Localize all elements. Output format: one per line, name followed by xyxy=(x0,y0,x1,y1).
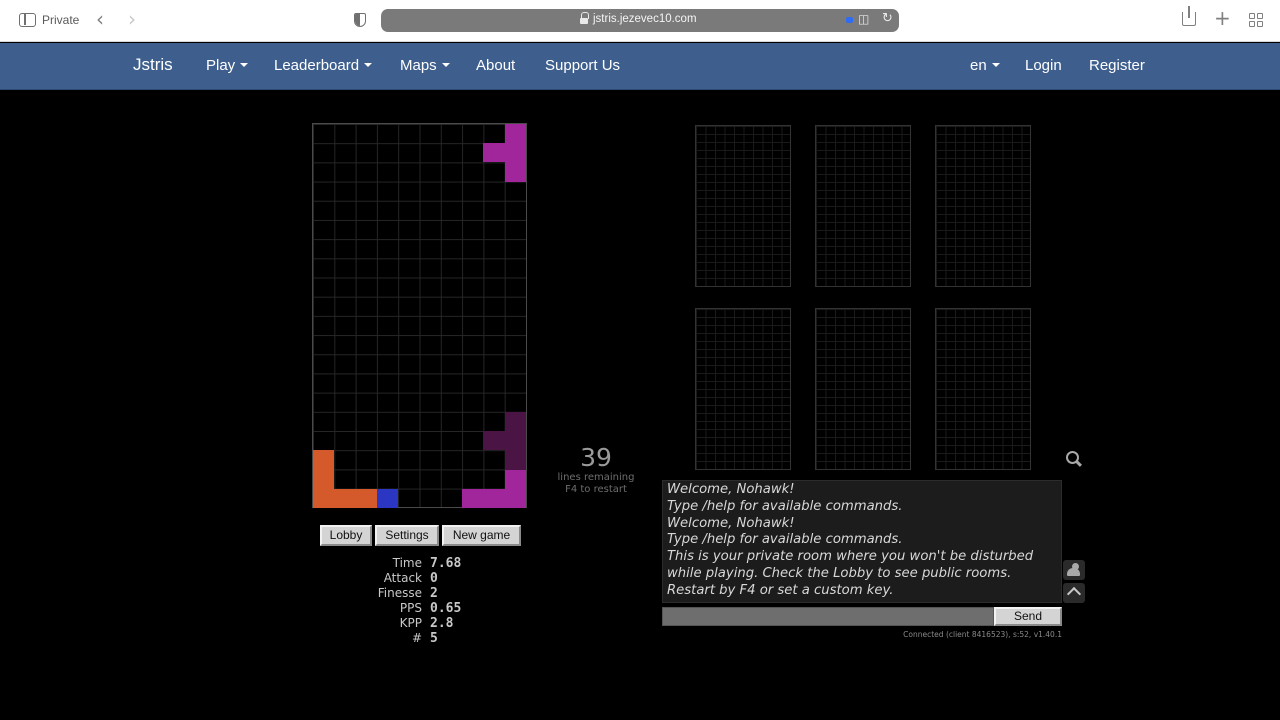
users-icon[interactable] xyxy=(1063,560,1085,580)
stat-label: Finesse xyxy=(377,586,422,600)
restart-hint: F4 to restart xyxy=(565,484,627,495)
stat-value: 2.8 xyxy=(430,616,454,631)
stat-label: # xyxy=(411,631,422,645)
language-select[interactable]: en xyxy=(970,57,1000,74)
zoom-icon[interactable] xyxy=(1066,451,1082,467)
chat-message: Welcome, Nohawk! xyxy=(667,515,795,531)
translate-icon[interactable]: ◫ xyxy=(858,12,869,26)
block-magenta xyxy=(504,124,526,144)
stat-finesse: Finesse 2 xyxy=(330,586,530,601)
lock-icon xyxy=(580,12,589,25)
stat-kpp: KPP 2.8 xyxy=(330,616,530,631)
block-orange xyxy=(355,488,377,508)
screen: Private ‹ › jstris.jezevec10.com ◫ ↻ + J… xyxy=(0,0,1280,720)
new-game-button[interactable]: New game xyxy=(442,525,521,546)
shield-icon[interactable] xyxy=(354,13,366,27)
chat-message: Type /help for available commands. xyxy=(667,498,903,514)
extension-icon[interactable] xyxy=(846,17,853,23)
block-magenta xyxy=(504,488,526,508)
chat-message: while playing. Check the Lobby to see pu… xyxy=(667,565,1012,581)
nav-leaderboard-label: Leaderboard xyxy=(274,57,360,74)
stat-label: KPP xyxy=(399,616,422,630)
block-blue xyxy=(376,488,399,508)
browser-toolbar: Private ‹ › jstris.jezevec10.com ◫ ↻ + xyxy=(0,0,1280,42)
tabs-icon[interactable] xyxy=(1249,13,1263,27)
lines-remaining-label: lines remaining xyxy=(557,472,635,483)
lobby-button[interactable]: Lobby xyxy=(320,525,372,546)
chat-input[interactable] xyxy=(662,607,994,626)
opponent-board xyxy=(935,308,1031,470)
opponent-board xyxy=(815,125,911,287)
lines-remaining-caption: lines remaining F4 to restart xyxy=(545,472,647,496)
chat-message: Type /help for available commands. xyxy=(667,532,903,548)
chat-log[interactable]: Welcome, Nohawk! Type /help for availabl… xyxy=(662,480,1062,603)
ghost-block xyxy=(504,412,526,432)
nav-maps-label: Maps xyxy=(400,57,437,74)
register-link[interactable]: Register xyxy=(1089,57,1145,74)
share-icon[interactable] xyxy=(1182,6,1196,26)
opponent-board xyxy=(695,125,791,287)
address-bar[interactable]: jstris.jezevec10.com ◫ ↻ xyxy=(381,9,899,32)
settings-button[interactable]: Settings xyxy=(375,525,439,546)
connection-status: Connected (client 8416523), s:52, v1.40.… xyxy=(903,630,1062,639)
reload-icon[interactable]: ↻ xyxy=(882,11,893,26)
opponent-board xyxy=(695,308,791,470)
chat-message: Welcome, Nohawk! xyxy=(667,482,795,497)
block-orange xyxy=(313,469,335,489)
brand-link[interactable]: Jstris xyxy=(133,55,173,75)
site-navbar: Jstris Play Leaderboard Maps About Suppo… xyxy=(0,43,1280,90)
block-orange xyxy=(313,450,335,470)
url-text: jstris.jezevec10.com xyxy=(593,13,697,25)
stat-label: PPS xyxy=(399,601,422,615)
nav-leaderboard[interactable]: Leaderboard xyxy=(274,57,373,74)
nav-maps[interactable]: Maps xyxy=(400,57,450,74)
stat-label: Attack xyxy=(383,571,422,585)
caret-down-icon xyxy=(240,63,249,67)
chevron-up-icon[interactable] xyxy=(1063,583,1085,603)
block-magenta xyxy=(483,143,505,163)
stat-time: Time 7.68 xyxy=(330,556,530,571)
block-magenta xyxy=(462,488,484,508)
block-orange xyxy=(334,488,356,508)
send-button[interactable]: Send xyxy=(994,607,1062,626)
ghost-block xyxy=(504,450,526,470)
nav-about[interactable]: About xyxy=(476,57,515,74)
stat-value: 7.68 xyxy=(430,556,462,571)
ghost-block xyxy=(483,431,505,451)
caret-down-icon xyxy=(441,63,450,67)
stat-value: 2 xyxy=(430,586,438,601)
block-magenta xyxy=(504,143,526,163)
opponent-board xyxy=(935,125,1031,287)
stat-attack: Attack 0 xyxy=(330,571,530,586)
language-label: en xyxy=(970,57,987,74)
nav-play[interactable]: Play xyxy=(206,57,249,74)
caret-down-icon xyxy=(991,63,1000,67)
stat-pieces: # 5 xyxy=(330,631,530,646)
opponent-board xyxy=(815,308,911,470)
new-tab-icon[interactable]: + xyxy=(1214,8,1231,28)
back-icon[interactable]: ‹ xyxy=(96,9,104,29)
block-magenta xyxy=(504,469,526,489)
forward-icon[interactable]: › xyxy=(128,9,136,29)
stat-value: 0.65 xyxy=(430,601,462,616)
caret-down-icon xyxy=(364,63,373,67)
ghost-block xyxy=(504,431,526,451)
stat-value: 5 xyxy=(430,631,438,646)
nav-play-label: Play xyxy=(206,57,236,74)
stat-label: Time xyxy=(392,556,422,570)
block-orange xyxy=(313,488,335,508)
stat-value: 0 xyxy=(430,571,438,586)
private-label: Private xyxy=(42,13,80,27)
block-magenta xyxy=(504,162,526,182)
chat-message: Restart by F4 or set a custom key. xyxy=(667,582,894,598)
lines-remaining-count: 39 xyxy=(580,443,612,472)
login-link[interactable]: Login xyxy=(1025,57,1062,74)
sidebar-icon[interactable] xyxy=(19,13,36,27)
game-board[interactable] xyxy=(312,123,527,508)
chat-message: This is your private room where you won'… xyxy=(667,549,1034,565)
stat-pps: PPS 0.65 xyxy=(330,601,530,616)
block-magenta xyxy=(483,488,505,508)
nav-support-us[interactable]: Support Us xyxy=(545,57,620,74)
